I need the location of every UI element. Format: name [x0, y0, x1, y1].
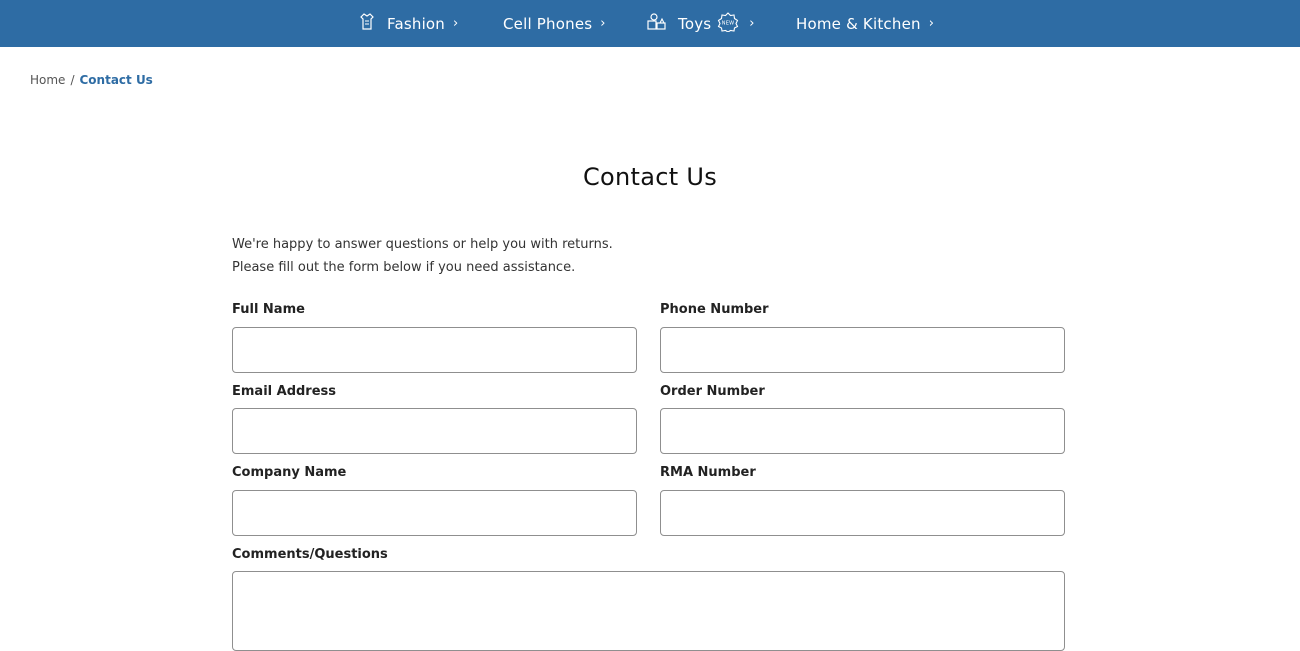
chevron-right-icon: ›: [453, 16, 459, 31]
nav-item-toys[interactable]: Toys NEW ›: [646, 0, 755, 47]
intro-line: Please fill out the form below if you ne…: [232, 260, 576, 275]
chevron-right-icon: ›: [749, 16, 755, 31]
top-navigation: Fashion › Cell Phones › Toys NEW › Home …: [0, 0, 1300, 47]
chevron-right-icon: ›: [600, 16, 606, 31]
breadcrumb-current: Contact Us: [79, 73, 153, 87]
order-number-label: Order Number: [660, 384, 765, 399]
intro-text: We're happy to answer questions or help …: [232, 233, 613, 279]
nav-item-label: Fashion: [387, 14, 446, 33]
full-name-input[interactable]: [232, 327, 637, 373]
comments-textarea[interactable]: [232, 571, 1065, 651]
new-badge: NEW: [717, 11, 739, 36]
breadcrumb-separator: /: [70, 73, 75, 87]
intro-line: We're happy to answer questions or help …: [232, 237, 613, 252]
fashion-icon: [357, 12, 377, 36]
phone-number-input[interactable]: [660, 327, 1065, 373]
svg-text:NEW: NEW: [722, 20, 734, 26]
nav-item-label: Cell Phones: [503, 14, 593, 33]
order-number-input[interactable]: [660, 408, 1065, 454]
comments-label: Comments/Questions: [232, 547, 388, 562]
email-address-label: Email Address: [232, 384, 337, 399]
nav-item-label: Toys: [678, 14, 712, 33]
chevron-right-icon: ›: [928, 16, 935, 31]
full-name-label: Full Name: [232, 302, 305, 317]
rma-number-input[interactable]: [660, 490, 1065, 536]
nav-item-cell-phones[interactable]: Cell Phones ›: [503, 0, 606, 47]
company-name-label: Company Name: [232, 465, 347, 480]
breadcrumb-home-link[interactable]: Home: [30, 73, 65, 87]
nav-item-fashion[interactable]: Fashion ›: [357, 0, 458, 47]
nav-item-label: Home & Kitchen: [796, 14, 921, 33]
page-title: Contact Us: [582, 163, 718, 191]
rma-number-label: RMA Number: [660, 465, 756, 480]
toys-icon: [646, 12, 668, 36]
phone-number-label: Phone Number: [660, 302, 769, 317]
breadcrumb: Home / Contact Us: [30, 73, 153, 87]
company-name-input[interactable]: [232, 490, 637, 536]
email-address-input[interactable]: [232, 408, 637, 454]
nav-item-home-kitchen[interactable]: Home & Kitchen ›: [796, 0, 934, 47]
